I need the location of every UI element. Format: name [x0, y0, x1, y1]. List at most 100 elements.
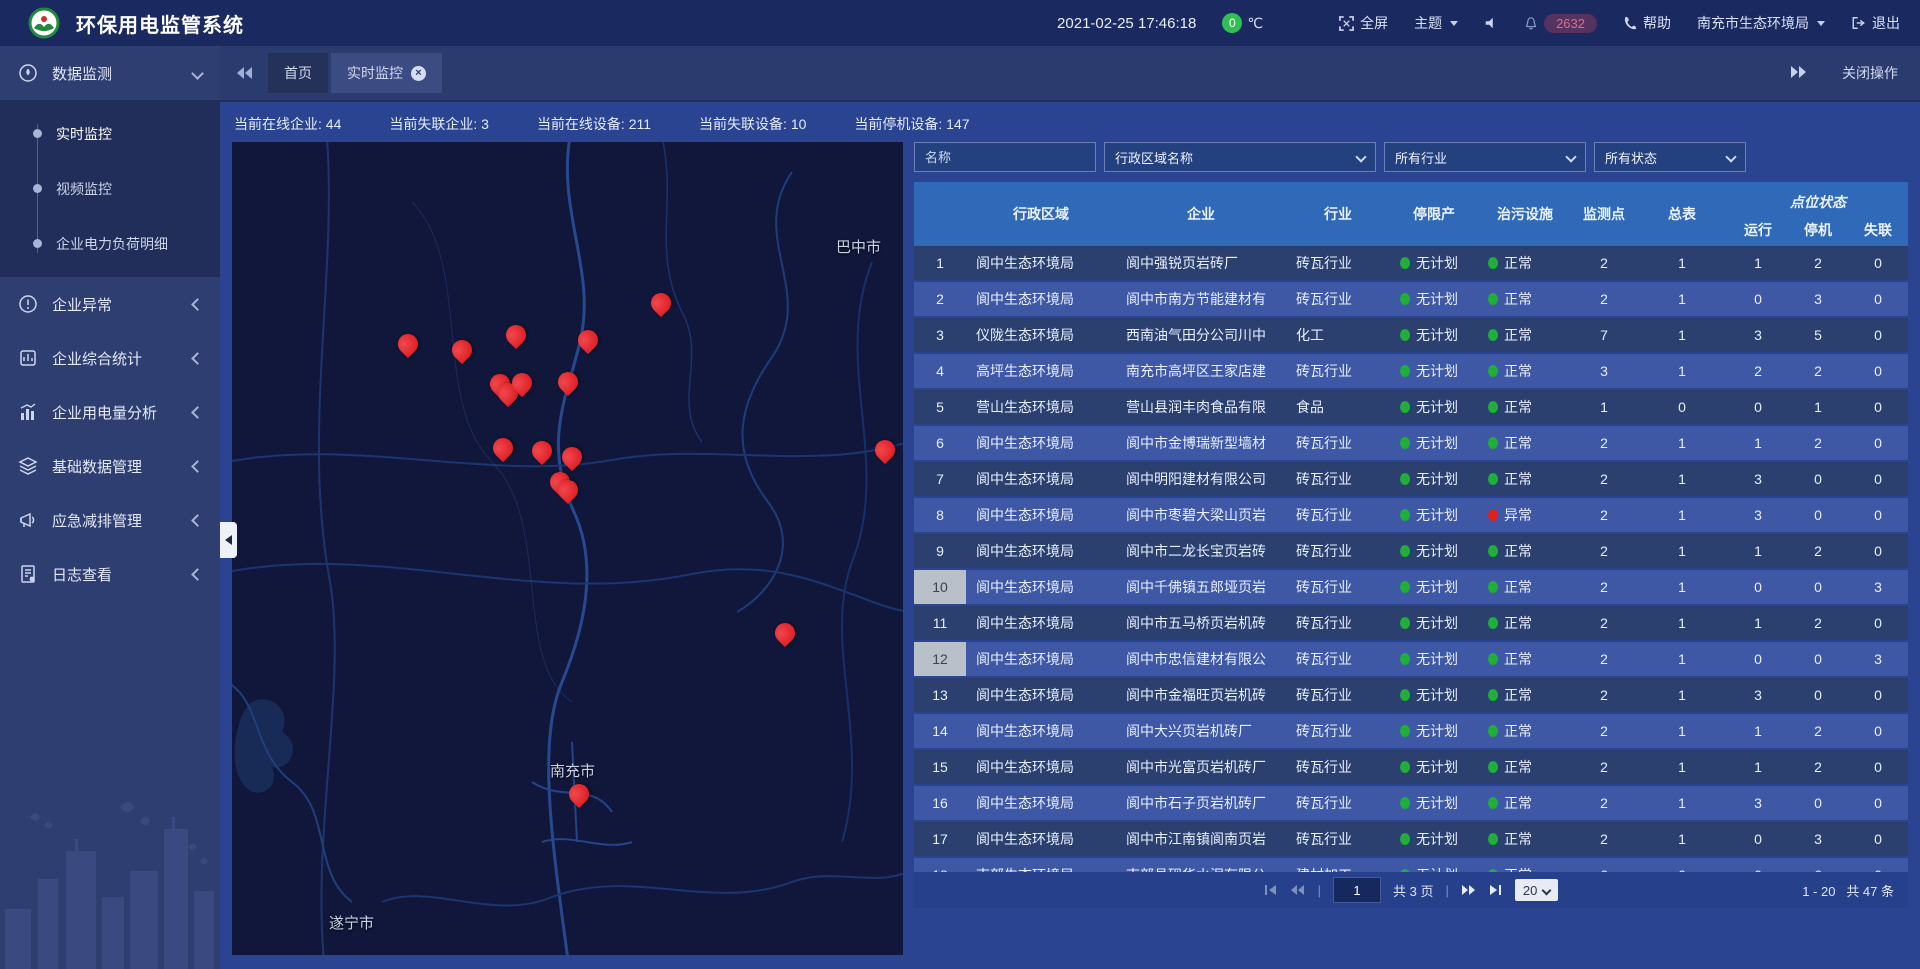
cell-running: 3: [1728, 795, 1788, 811]
region-select[interactable]: 行政区域名称: [1104, 142, 1376, 172]
status-dot-icon: [1488, 545, 1498, 557]
cell-facility-status: 正常: [1478, 289, 1572, 309]
table-row[interactable]: 9阆中生态环境局阆中市二龙长宝页岩砖砖瓦行业无计划正常21120: [914, 534, 1908, 570]
status-dot-icon: [1400, 365, 1410, 377]
sidebar: 数据监测实时监控视频监控企业电力负荷明细企业异常企业综合统计企业用电量分析基础数…: [0, 46, 220, 969]
logo-emblem-icon: [28, 7, 60, 39]
sidebar-group-label: 基础数据管理: [52, 456, 142, 477]
table-row[interactable]: 5营山生态环境局营山县润丰肉食品有限食品无计划正常10010: [914, 390, 1908, 426]
scroll-tabs-right-button[interactable]: [1790, 65, 1808, 82]
cell-total-meters: 1: [1636, 507, 1728, 523]
table-row[interactable]: 7阆中生态环境局阆中明阳建材有限公司砖瓦行业无计划正常21300: [914, 462, 1908, 498]
table-row[interactable]: 4高坪生态环境局南充市高坪区王家店建砖瓦行业无计划正常31220: [914, 354, 1908, 390]
page-number-input[interactable]: [1333, 877, 1381, 903]
cell-facility-status: 正常: [1478, 865, 1572, 872]
column-header-行政区域: 行政区域: [966, 182, 1116, 246]
table-row[interactable]: 17阆中生态环境局阆中市江南镇阆南页岩砖瓦行业无计划正常21030: [914, 822, 1908, 858]
table-row[interactable]: 16阆中生态环境局阆中市石子页岩机砖厂砖瓦行业无计划正常21300: [914, 786, 1908, 822]
close-operations-button[interactable]: 关闭操作: [1842, 63, 1898, 83]
pagination-bar: | 共 3 页 | 20 1 - 20 共 47 条: [914, 872, 1908, 908]
cell-region: 阆中生态环境局: [966, 649, 1116, 669]
sidebar-group-应急减排管理[interactable]: 应急减排管理: [0, 493, 220, 547]
sidebar-item-实时监控[interactable]: 实时监控: [0, 106, 220, 161]
fullscreen-button[interactable]: 全屏: [1339, 13, 1388, 33]
cell-industry: 砖瓦行业: [1286, 793, 1390, 813]
logout-button[interactable]: 退出: [1851, 13, 1900, 33]
sidebar-item-label: 视频监控: [56, 179, 112, 199]
sidebar-group-企业用电量分析[interactable]: 企业用电量分析: [0, 385, 220, 439]
sidebar-collapse-handle[interactable]: [220, 522, 237, 558]
sidebar-item-视频监控[interactable]: 视频监控: [0, 161, 220, 216]
table-row[interactable]: 15阆中生态环境局阆中市光富页岩机砖厂砖瓦行业无计划正常21120: [914, 750, 1908, 786]
stats-icon: [18, 348, 38, 368]
sidebar-item-企业电力负荷明细[interactable]: 企业电力负荷明细: [0, 216, 220, 271]
status-dot-icon: [1488, 257, 1498, 269]
city-label-遂宁市: 遂宁市: [329, 912, 374, 933]
cell-region: 阆中生态环境局: [966, 577, 1116, 597]
cell-region: 南部生态环境局: [966, 865, 1116, 872]
table-row[interactable]: 14阆中生态环境局阆中大兴页岩机砖厂砖瓦行业无计划正常21120: [914, 714, 1908, 750]
cell-stopped: 0: [1788, 687, 1848, 703]
monitor-icon: [18, 63, 38, 83]
name-search-input[interactable]: [914, 142, 1096, 172]
industry-select[interactable]: 所有行业: [1384, 142, 1586, 172]
cell-running: 1: [1728, 723, 1788, 739]
tab-实时监控[interactable]: 实时监控×: [331, 53, 442, 93]
cell-company: 阆中明阳建材有限公司: [1116, 469, 1286, 489]
row-index: 5: [914, 390, 966, 424]
cell-region: 阆中生态环境局: [966, 289, 1116, 309]
sidebar-group-企业异常[interactable]: 企业异常: [0, 277, 220, 331]
status-select[interactable]: 所有状态: [1594, 142, 1746, 172]
status-dot-icon: [1400, 689, 1410, 701]
cell-stopped: 2: [1788, 723, 1848, 739]
table-row[interactable]: 2阆中生态环境局阆中市南方节能建材有砖瓦行业无计划正常21030: [914, 282, 1908, 318]
sound-button[interactable]: [1484, 16, 1498, 30]
tab-首页[interactable]: 首页: [268, 53, 328, 93]
table-row[interactable]: 6阆中生态环境局阆中市金博瑞新型墙材砖瓦行业无计划正常21120: [914, 426, 1908, 462]
sidebar-group-label: 日志查看: [52, 564, 112, 585]
table-row[interactable]: 10阆中生态环境局阆中千佛镇五郎垭页岩砖瓦行业无计划正常21003: [914, 570, 1908, 606]
status-dot-icon: [1488, 437, 1498, 449]
sidebar-group-日志查看[interactable]: 日志查看: [0, 547, 220, 601]
alert-icon: [18, 294, 38, 314]
cell-industry: 砖瓦行业: [1286, 685, 1390, 705]
first-page-button[interactable]: [1264, 884, 1278, 896]
help-label: 帮助: [1643, 13, 1671, 33]
table-row[interactable]: 3仪陇生态环境局西南油气田分公司川中化工无计划正常71350: [914, 318, 1908, 354]
last-page-button[interactable]: [1489, 884, 1503, 896]
row-index: 15: [914, 750, 966, 784]
next-page-button[interactable]: [1461, 884, 1477, 896]
sidebar-group-数据监测[interactable]: 数据监测: [0, 46, 220, 100]
table-row[interactable]: 11阆中生态环境局阆中市五马桥页岩机砖砖瓦行业无计划正常21120: [914, 606, 1908, 642]
megaphone-icon: [18, 510, 38, 530]
cell-running: 3: [1728, 327, 1788, 343]
notifications-button[interactable]: 2632: [1524, 14, 1597, 33]
table-row[interactable]: 13阆中生态环境局阆中市金福旺页岩机砖砖瓦行业无计划正常21300: [914, 678, 1908, 714]
org-dropdown[interactable]: 南充市生态环境局: [1697, 13, 1825, 33]
table-row[interactable]: 1阆中生态环境局阆中强锐页岩砖厂砖瓦行业无计划正常21120: [914, 246, 1908, 282]
cell-total-meters: 1: [1636, 327, 1728, 343]
sidebar-item-label: 实时监控: [56, 124, 112, 144]
row-index: 12: [914, 642, 966, 676]
cell-limit-status: 无计划: [1390, 433, 1478, 453]
logout-icon: [1851, 16, 1866, 30]
theme-dropdown[interactable]: 主题: [1414, 13, 1458, 33]
cell-industry: 砖瓦行业: [1286, 577, 1390, 597]
previous-page-button[interactable]: [1290, 884, 1306, 896]
table-row[interactable]: 12阆中生态环境局阆中市忠信建材有限公砖瓦行业无计划正常21003: [914, 642, 1908, 678]
sidebar-group-基础数据管理[interactable]: 基础数据管理: [0, 439, 220, 493]
cell-region: 阆中生态环境局: [966, 505, 1116, 525]
sidebar-group-企业综合统计[interactable]: 企业综合统计: [0, 331, 220, 385]
page-size-select[interactable]: 20: [1515, 879, 1558, 901]
table-row[interactable]: 18南部生态环境局南部县砚华水泥有限公建材加工无计划正常60060: [914, 858, 1908, 872]
map-canvas[interactable]: 巴中市南充市遂宁市: [232, 142, 903, 955]
cell-monitor-points: 2: [1572, 615, 1636, 631]
total-pages-label: 共 3 页: [1393, 881, 1433, 900]
scroll-tabs-left-button[interactable]: [236, 66, 254, 80]
column-header-企业: 企业: [1116, 182, 1286, 246]
phone-icon: [1623, 16, 1637, 30]
close-tab-icon[interactable]: ×: [411, 66, 426, 81]
table-row[interactable]: 8阆中生态环境局阆中市枣碧大梁山页岩砖瓦行业无计划异常21300: [914, 498, 1908, 534]
city-label-巴中市: 巴中市: [836, 236, 881, 257]
help-button[interactable]: 帮助: [1623, 13, 1671, 33]
